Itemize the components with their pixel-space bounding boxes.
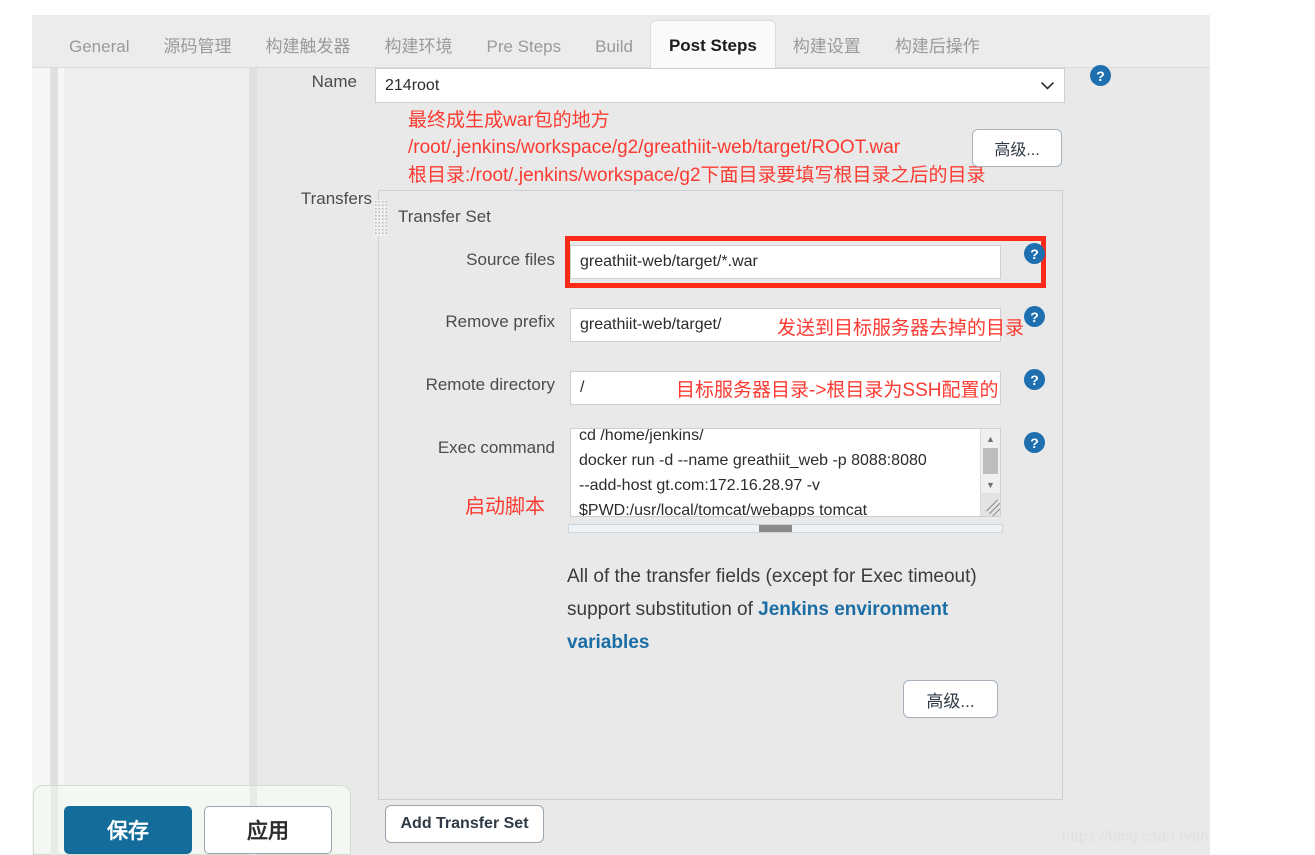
tab-source-management[interactable]: 源码管理 <box>146 25 248 69</box>
annotation-root-directory: 根目录:/root/.jenkins/workspace/g2下面目录要填写根目… <box>408 165 986 186</box>
sidebar-divider-left <box>51 68 58 790</box>
transfer-fields-info: All of the transfer fields (except for E… <box>567 560 1007 659</box>
help-icon-exec-command[interactable]: ? <box>1024 432 1045 453</box>
exec-command-line-0: cd /home/jenkins/ <box>579 428 704 444</box>
sidebar-panel <box>64 68 250 790</box>
name-select[interactable]: 214root <box>375 68 1065 103</box>
annotation-remove-prefix: 发送到目标服务器去掉的目录 <box>777 318 1025 339</box>
source-files-label: Source files <box>466 250 555 269</box>
tab-post-build-actions[interactable]: 构建后操作 <box>878 25 997 69</box>
tab-pre-steps[interactable]: Pre Steps <box>469 25 578 69</box>
tab-build[interactable]: Build <box>578 25 650 69</box>
remove-prefix-value: greathiit-web/target/ <box>580 316 722 333</box>
add-transfer-set-button[interactable]: Add Transfer Set <box>385 805 544 843</box>
tab-general[interactable]: General <box>52 25 146 69</box>
exec-command-line-3: $PWD:/usr/local/tomcat/webapps tomcat <box>579 502 868 517</box>
name-select-value: 214root <box>385 76 440 94</box>
scrollbar-thumb[interactable] <box>983 448 998 474</box>
config-tab-bar: General 源码管理 构建触发器 构建环境 Pre Steps Build … <box>32 15 1210 69</box>
scroll-down-icon[interactable]: ▼ <box>981 476 1000 493</box>
advanced-button-top[interactable]: 高级... <box>972 129 1062 167</box>
annotation-exec-command: 启动脚本 <box>465 496 545 518</box>
textarea-scrollbar[interactable]: ▲ ▼ <box>980 429 1000 516</box>
sidebar-divider-right <box>250 68 257 790</box>
exec-command-label: Exec command <box>437 438 555 457</box>
transfers-label: Transfers <box>300 189 372 208</box>
sidebar-strip-outer <box>32 68 51 790</box>
save-button[interactable]: 保存 <box>64 806 192 854</box>
exec-command-textarea[interactable]: cd /home/jenkins/ docker run -d --name g… <box>570 428 1001 517</box>
apply-button[interactable]: 应用 <box>204 806 332 854</box>
source-files-input[interactable]: greathiit-web/target/*.war <box>570 245 1001 279</box>
page-root: General 源码管理 构建触发器 构建环境 Pre Steps Build … <box>0 0 1315 855</box>
advanced-button-bottom[interactable]: 高级... <box>903 680 998 718</box>
transfer-set-title: Transfer Set <box>398 207 491 226</box>
help-icon-source-files[interactable]: ? <box>1024 243 1045 264</box>
annotation-war-location: 最终成生成war包的地方 <box>408 110 610 131</box>
help-icon-remove-prefix[interactable]: ? <box>1024 306 1045 327</box>
remote-directory-value: / <box>580 379 585 396</box>
tab-build-settings[interactable]: 构建设置 <box>776 25 878 69</box>
right-margin <box>1210 0 1315 855</box>
name-label: Name <box>311 72 357 91</box>
tab-list: General 源码管理 构建触发器 构建环境 Pre Steps Build … <box>32 15 997 69</box>
help-icon-name[interactable]: ? <box>1090 65 1111 86</box>
horizontal-scrollbar[interactable] <box>568 524 1003 533</box>
exec-command-text: cd /home/jenkins/ docker run -d --name g… <box>579 428 969 517</box>
annotation-remote-directory: 目标服务器目录->根目录为SSH配置的 <box>676 380 999 401</box>
tab-post-steps[interactable]: Post Steps <box>649 20 776 69</box>
remove-prefix-label: Remove prefix <box>445 312 555 331</box>
drag-handle-icon[interactable] <box>374 200 387 236</box>
horizontal-scrollbar-thumb[interactable] <box>759 525 792 532</box>
annotation-war-path: /root/.jenkins/workspace/g2/greathiit-we… <box>408 137 901 158</box>
tab-build-environment[interactable]: 构建环境 <box>367 25 469 69</box>
help-icon-remote-directory[interactable]: ? <box>1024 369 1045 390</box>
left-margin <box>0 0 32 855</box>
scroll-up-icon[interactable]: ▲ <box>981 430 1000 447</box>
tab-build-triggers[interactable]: 构建触发器 <box>248 25 367 69</box>
exec-command-line-1: docker run -d --name greathiit_web -p 80… <box>579 452 927 469</box>
save-bar-divider-left <box>51 786 58 855</box>
remote-directory-label: Remote directory <box>425 375 555 394</box>
chevron-down-icon <box>1041 81 1054 90</box>
exec-command-line-2: --add-host gt.com:172.16.28.97 -v <box>579 477 821 494</box>
resize-grip-icon[interactable] <box>981 493 1000 516</box>
source-files-value: greathiit-web/target/*.war <box>580 253 758 270</box>
